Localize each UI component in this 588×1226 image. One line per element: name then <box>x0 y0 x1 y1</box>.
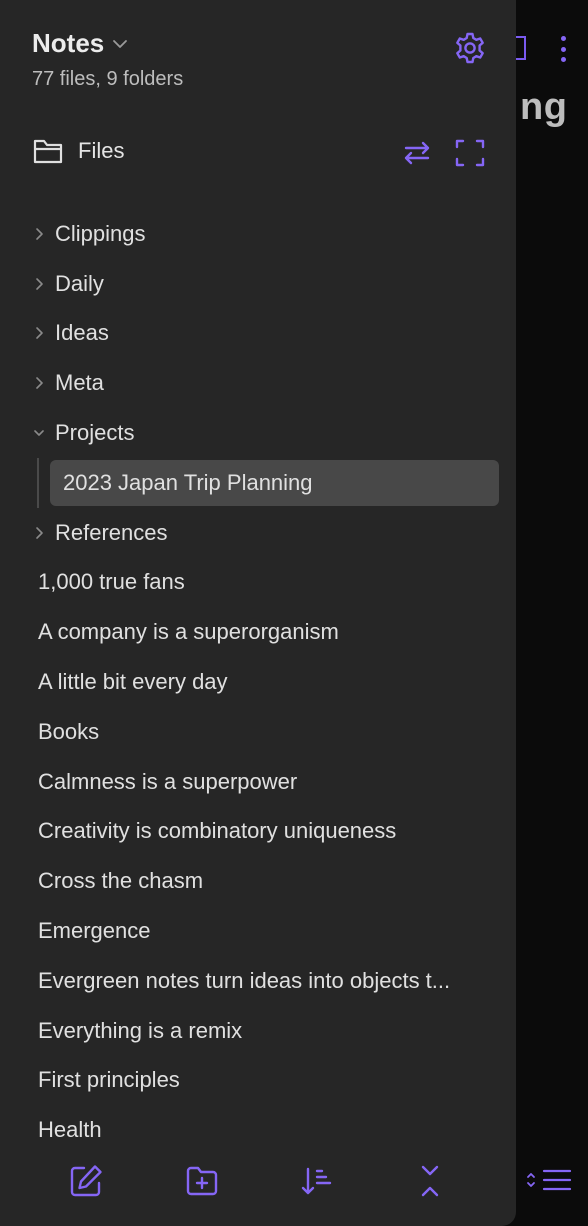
file-tree: Clippings Daily Ideas Meta Projects 2023… <box>0 209 516 1155</box>
tree-file[interactable]: Everything is a remix <box>0 1006 516 1056</box>
file-label: 2023 Japan Trip Planning <box>63 469 313 495</box>
editor-note-title: ng <box>520 86 568 128</box>
more-options-icon[interactable] <box>560 36 566 62</box>
indent-guide <box>37 457 39 508</box>
tree-folder-projects[interactable]: Projects <box>0 408 516 458</box>
tree-file[interactable]: Books <box>0 707 516 757</box>
files-section-label: Files <box>78 138 125 163</box>
vault-name: Notes <box>32 28 105 58</box>
tree-file[interactable]: Emergence <box>0 906 516 956</box>
folder-label: Meta <box>55 370 104 396</box>
explorer-toolbar <box>0 1163 516 1207</box>
swap-arrows-icon[interactable] <box>400 136 434 170</box>
file-label: Creativity is combinatory uniqueness <box>38 818 397 844</box>
file-label: First principles <box>38 1067 180 1093</box>
file-label: Everything is a remix <box>38 1017 243 1043</box>
tree-file[interactable]: A little bit every day <box>0 657 516 707</box>
chevron-right-icon <box>36 277 43 290</box>
folder-label: Projects <box>55 420 135 446</box>
tree-file[interactable]: Evergreen notes turn ideas into objects … <box>0 956 516 1006</box>
tree-folder-meta[interactable]: Meta <box>0 358 516 408</box>
file-label: A little bit every day <box>38 669 228 695</box>
tree-folder-daily[interactable]: Daily <box>0 259 516 309</box>
file-label: 1,000 true fans <box>38 569 185 595</box>
outline-icon[interactable] <box>524 1165 574 1195</box>
tree-folder-clippings[interactable]: Clippings <box>0 209 516 259</box>
folder-label: Clippings <box>55 220 146 246</box>
folder-label: Ideas <box>55 320 109 346</box>
tree-folder-references[interactable]: References <box>0 508 516 558</box>
folder-label: References <box>55 519 168 545</box>
tree-file[interactable]: Creativity is combinatory uniqueness <box>0 807 516 857</box>
vault-summary: 77 files, 9 folders <box>32 68 184 90</box>
tree-file[interactable]: Calmness is a superpower <box>0 757 516 807</box>
vault-switcher[interactable]: Notes <box>32 28 128 59</box>
new-note-icon[interactable] <box>68 1163 104 1199</box>
file-explorer-sidebar: Notes 77 files, 9 folders Files Clipping… <box>0 0 516 1226</box>
file-label: Cross the chasm <box>38 868 204 894</box>
tree-file[interactable]: Health <box>0 1105 516 1155</box>
editor-top-actions <box>508 34 588 64</box>
file-label: Calmness is a superpower <box>38 768 298 794</box>
chevron-right-icon <box>36 377 43 390</box>
tree-file[interactable]: A company is a superorganism <box>0 607 516 657</box>
chevron-right-icon <box>36 327 43 340</box>
tree-folder-ideas[interactable]: Ideas <box>0 309 516 359</box>
chevron-down-icon <box>34 430 44 436</box>
chevron-right-icon <box>36 526 43 539</box>
collapse-all-icon[interactable] <box>412 1163 448 1199</box>
file-label: Evergreen notes turn ideas into objects … <box>38 967 451 993</box>
tree-file[interactable]: Cross the chasm <box>0 856 516 906</box>
tree-file[interactable]: First principles <box>0 1056 516 1106</box>
chevron-down-icon <box>113 39 128 48</box>
chevron-right-icon <box>36 228 43 240</box>
file-label: A company is a superorganism <box>38 619 339 645</box>
files-section-header: Files <box>32 136 124 166</box>
folder-label: Daily <box>55 270 104 296</box>
file-label: Books <box>38 718 100 744</box>
expand-corners-icon[interactable] <box>453 136 487 170</box>
folder-icon <box>33 139 63 164</box>
gear-icon[interactable] <box>453 31 487 65</box>
file-label: Health <box>38 1117 102 1143</box>
new-folder-icon[interactable] <box>184 1163 220 1199</box>
sort-icon[interactable] <box>300 1163 336 1199</box>
tree-file-selected[interactable]: 2023 Japan Trip Planning <box>0 457 516 508</box>
file-label: Emergence <box>38 918 151 944</box>
tree-file[interactable]: 1,000 true fans <box>0 558 516 608</box>
